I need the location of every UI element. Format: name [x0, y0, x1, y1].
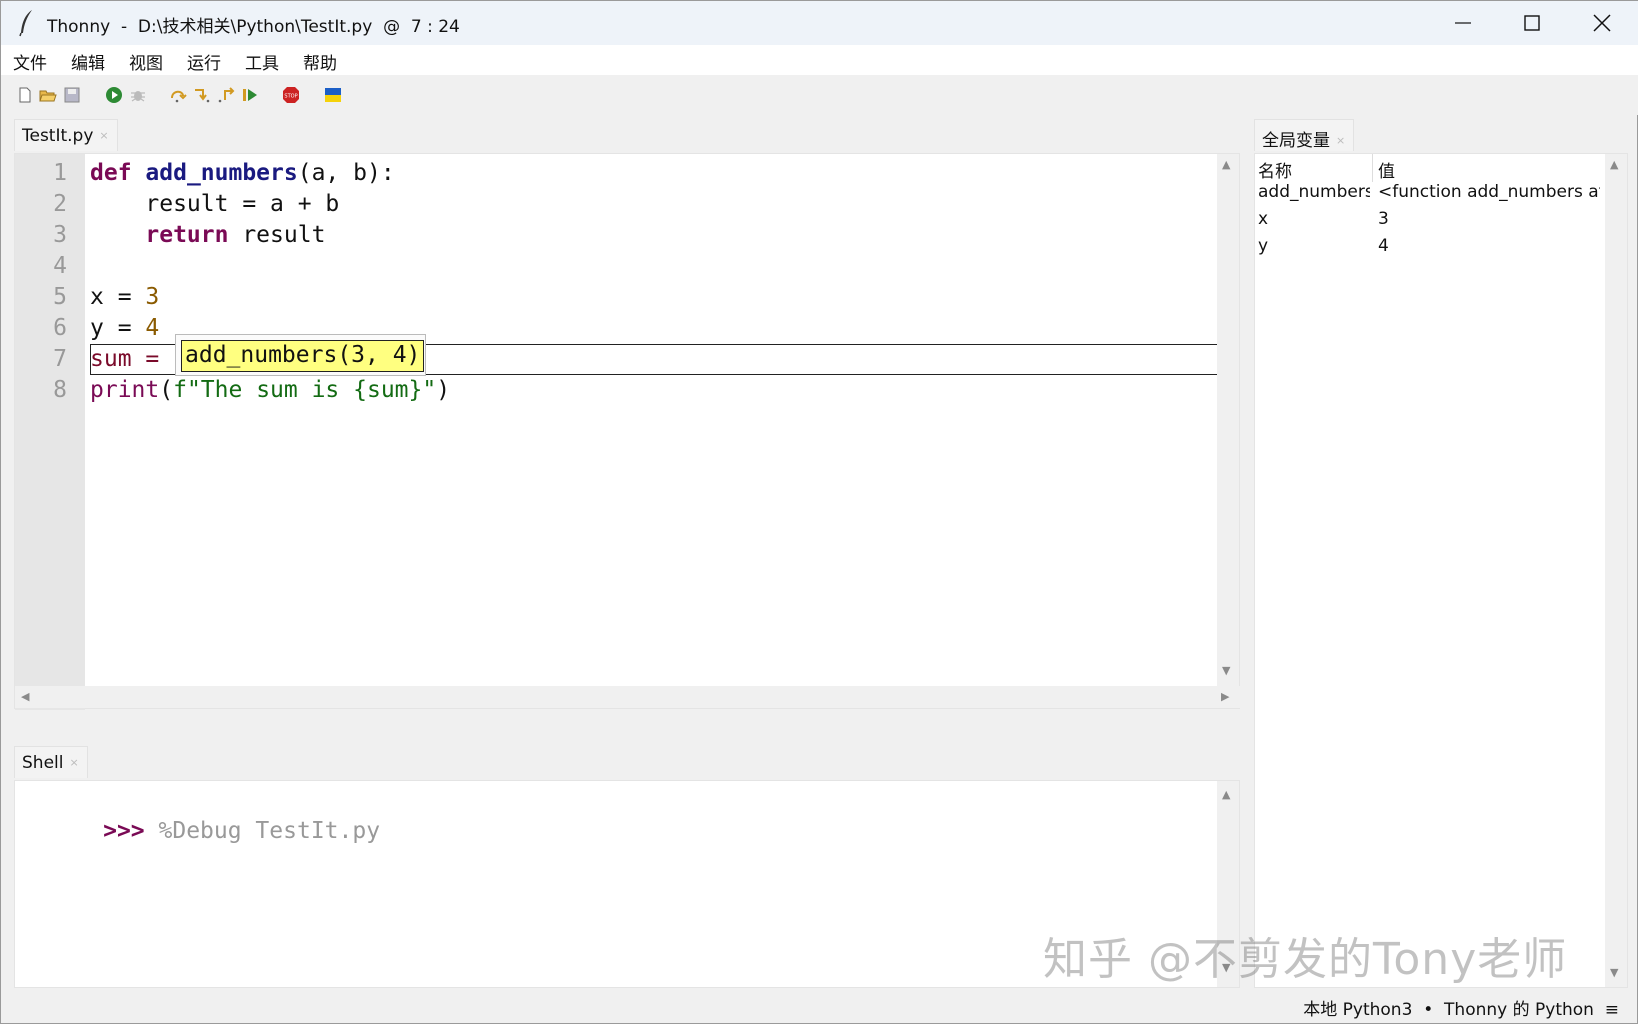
evaluated-expression: add_numbers(3, 4) — [181, 340, 425, 372]
variable-name[interactable]: x — [1258, 209, 1370, 229]
tab-global-variables[interactable]: 全局变量 × — [1254, 119, 1355, 151]
scroll-up-icon[interactable]: ▲ — [1610, 158, 1618, 171]
code-line-3: return result — [145, 222, 326, 248]
scroll-up-icon[interactable]: ▲ — [1222, 158, 1230, 171]
column-header-value[interactable]: 值 — [1378, 157, 1395, 182]
watermark: 知乎 @不剪发的Tony老师 — [1043, 934, 1568, 985]
step-over-icon[interactable] — [169, 86, 187, 104]
step-out-icon[interactable] — [217, 86, 235, 104]
code-line-8: print(f"The sum is {sum}") — [90, 377, 451, 403]
save-icon[interactable] — [63, 86, 81, 104]
line-number: 7 — [53, 346, 67, 372]
menu-run[interactable]: 运行 — [187, 49, 221, 74]
code-line-5: x = 3 — [90, 284, 160, 310]
expression-evaluation-box: add_numbers(3, 4) — [175, 334, 426, 376]
tab-label: TestIt.py — [22, 126, 94, 146]
toolbar: STOP — [1, 75, 1638, 115]
app-window: Thonny - D:\技术相关\Python\TestIt.py @ 7 : … — [0, 0, 1638, 1024]
minimize-button[interactable] — [1429, 1, 1497, 45]
line-number: 5 — [53, 284, 67, 310]
variable-name[interactable]: y — [1258, 236, 1370, 256]
line-number: 3 — [53, 222, 67, 248]
stop-icon[interactable]: STOP — [282, 86, 300, 104]
scroll-down-icon[interactable]: ▼ — [1610, 966, 1618, 979]
line-number: 1 — [53, 160, 67, 186]
column-header-name[interactable]: 名称 — [1258, 157, 1292, 182]
scroll-left-icon[interactable]: ◀ — [21, 690, 29, 703]
code-line-6: y = 4 — [90, 315, 160, 341]
variables-vertical-scrollbar[interactable]: ▲ ▼ — [1605, 154, 1627, 987]
tab-close-icon[interactable]: × — [99, 129, 108, 142]
tab-close-icon[interactable]: × — [69, 756, 78, 769]
scroll-down-icon[interactable]: ▼ — [1222, 664, 1230, 677]
tab-close-icon[interactable]: × — [1336, 134, 1345, 147]
shell-prompt: >>> — [103, 818, 145, 844]
open-file-icon[interactable] — [39, 86, 57, 104]
column-divider — [1372, 154, 1373, 182]
line-number: 8 — [53, 377, 67, 403]
code-line-1: def add_numbers(a, b): — [90, 160, 395, 186]
editor-vertical-scrollbar[interactable]: ▲ ▼ — [1217, 154, 1239, 686]
window-title: Thonny - D:\技术相关\Python\TestIt.py @ 7 : … — [47, 17, 460, 37]
variable-value[interactable]: <function add_numbers at — [1378, 182, 1600, 202]
editor-horizontal-scrollbar[interactable]: ◀ ▶ — [15, 686, 1241, 708]
run-icon[interactable] — [105, 86, 123, 104]
new-file-icon[interactable] — [16, 86, 34, 104]
tab-label: Shell — [22, 753, 64, 773]
minimize-icon — [1455, 22, 1471, 24]
menu-view[interactable]: 视图 — [129, 49, 163, 74]
scroll-up-icon[interactable]: ▲ — [1222, 788, 1230, 801]
variables-panel: 名称 值 add_numbers <function add_numbers a… — [1254, 153, 1628, 988]
tab-shell[interactable]: Shell × — [14, 746, 88, 778]
menu-file[interactable]: 文件 — [13, 49, 47, 74]
code-editor[interactable]: 1 2 3 4 5 6 7 8 def add_numbers(a, b): r… — [14, 153, 1241, 710]
tab-label: 全局变量 — [1262, 131, 1330, 151]
scroll-right-icon[interactable]: ▶ — [1221, 690, 1229, 703]
maximize-button[interactable] — [1498, 1, 1566, 45]
shell-command: %Debug TestIt.py — [158, 818, 381, 844]
ukraine-flag-icon[interactable] — [324, 86, 342, 104]
menu-tools[interactable]: 工具 — [245, 49, 279, 74]
title-bar: Thonny - D:\技术相关\Python\TestIt.py @ 7 : … — [1, 1, 1638, 45]
resume-icon[interactable] — [241, 86, 259, 104]
menu-bar: 文件 编辑 视图 运行 工具 帮助 — [1, 45, 1638, 75]
interpreter-status[interactable]: 本地 Python3 • Thonny 的 Python ≡ — [1303, 995, 1619, 1020]
step-into-icon[interactable] — [193, 86, 211, 104]
menu-help[interactable]: 帮助 — [303, 49, 337, 74]
variable-value[interactable]: 4 — [1378, 236, 1600, 256]
menu-edit[interactable]: 编辑 — [71, 49, 105, 74]
thonny-feather-icon — [19, 10, 32, 37]
debug-icon[interactable] — [129, 86, 147, 104]
variable-value[interactable]: 3 — [1378, 209, 1600, 229]
close-icon — [1593, 14, 1611, 32]
line-number: 6 — [53, 315, 67, 341]
svg-text:STOP: STOP — [284, 94, 297, 100]
code-line-2: result = a + b — [90, 191, 340, 217]
tab-testit-py[interactable]: TestIt.py × — [14, 119, 118, 151]
line-number-gutter: 1 2 3 4 5 6 7 8 — [15, 154, 85, 710]
code-line-7: sum = — [90, 346, 174, 372]
maximize-icon — [1524, 15, 1540, 31]
line-number: 2 — [53, 191, 67, 217]
variable-name[interactable]: add_numbers — [1258, 182, 1370, 202]
close-button[interactable] — [1568, 1, 1636, 45]
line-number: 4 — [53, 253, 67, 279]
